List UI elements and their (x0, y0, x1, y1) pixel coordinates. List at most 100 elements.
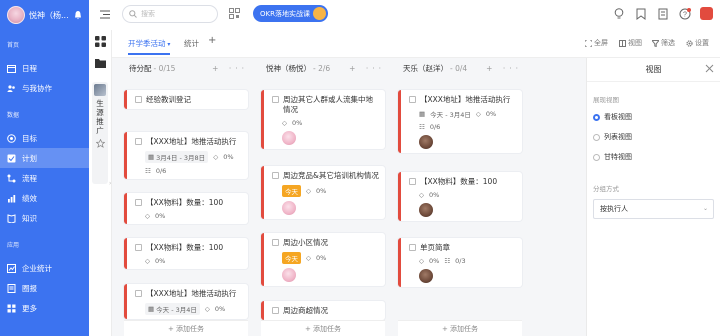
progress-icon: ◇ (204, 305, 210, 313)
task-card[interactable]: 单页简章 ◇ 0% ☷ 0/3 (398, 238, 522, 287)
help-icon[interactable]: ? (679, 8, 691, 20)
task-card[interactable]: 【XXX地址】地推活动执行 ▦ 今天 - 3月4日 ◇ 0% (124, 284, 248, 319)
filter-button[interactable]: 筛选 (652, 38, 675, 48)
task-subtasks: 0/6 (429, 123, 441, 131)
task-checkbox[interactable] (409, 244, 416, 251)
svg-text:?: ? (683, 12, 687, 19)
progress-icon: ◇ (213, 153, 219, 161)
task-title: 周边其它人群或人流集中地情况 (283, 95, 373, 114)
task-card[interactable]: 【XXX地址】地推活动执行 ▦ 3月4日 - 3月8日 ◇ 0% ☷ 0/6 (124, 132, 248, 179)
sidebar-item-circle[interactable]: 圈报 (0, 278, 89, 298)
sidebar-item-enterprise[interactable]: 企业统计 (0, 258, 89, 278)
assignee-avatar[interactable] (282, 201, 296, 215)
task-checkbox[interactable] (272, 172, 279, 179)
tab-bar: 开学季活动 ▾ 统计 + 全屏 视图 筛选 设置 (112, 30, 720, 58)
column-actions-icon[interactable]: + ··· (349, 64, 385, 73)
bookmark-icon[interactable] (636, 8, 646, 20)
task-checkbox[interactable] (135, 199, 142, 206)
gear-icon (686, 39, 693, 47)
add-task-button[interactable]: + 添加任务 (124, 320, 248, 336)
process-icon (7, 174, 16, 182)
task-card[interactable]: 周边其它人群或人流集中地情况 ◇ 0% (261, 90, 385, 149)
tab-campaign[interactable]: 开学季活动 ▾ (128, 38, 171, 55)
group-home: 首页 (7, 42, 20, 49)
radio-list[interactable]: 列表视图 (587, 127, 720, 147)
add-task-button[interactable]: + 添加任务 (261, 320, 385, 336)
task-checkbox[interactable] (135, 290, 142, 297)
task-checkbox[interactable] (409, 178, 416, 185)
progress-icon: ◇ (419, 191, 424, 199)
search-input[interactable]: 搜索 (122, 5, 218, 23)
user-avatar[interactable] (7, 6, 25, 24)
close-icon[interactable] (705, 64, 714, 73)
view-button[interactable]: 视图 (619, 38, 642, 48)
group-by-select[interactable]: 按执行人 ⌄ (593, 199, 714, 219)
assignee-avatar[interactable] (282, 268, 296, 282)
progress-icon: ◇ (306, 254, 311, 262)
apps-grid-icon[interactable] (95, 36, 106, 47)
folder-icon[interactable] (95, 58, 106, 68)
task-checkbox[interactable] (135, 96, 142, 103)
task-checkbox[interactable] (135, 138, 142, 145)
project-strip: 生源推广 › (89, 30, 112, 336)
task-date-text: 3月4日 - 3月8日 (156, 154, 206, 162)
bell-icon[interactable] (73, 10, 83, 20)
task-progress: 0% (155, 212, 166, 220)
column-yueshen: 悦神（杨悦） - 2/6 + ··· 周边其它人群或人流集中地情况 ◇ 0% 周边… (261, 58, 389, 336)
tab-add-button[interactable]: + (208, 35, 216, 46)
fullscreen-button[interactable]: 全屏 (585, 38, 608, 48)
sidebar-item-knowledge[interactable]: 知识 (0, 208, 89, 228)
task-checkbox[interactable] (272, 307, 279, 314)
sidebar-item-label: 圈报 (22, 283, 37, 293)
task-checkbox[interactable] (409, 96, 416, 103)
task-card[interactable]: 周边商超情况 (261, 301, 385, 320)
task-card[interactable]: 【XXX地址】地推活动执行 ▦ 今天 - 3月4日 ◇ 0% ☷ 0/6 (398, 90, 522, 153)
task-card[interactable]: 经验教训登记 (124, 90, 248, 109)
add-task-button[interactable]: + 添加任务 (398, 320, 522, 336)
radio-gantt[interactable]: 甘特视图 (587, 147, 720, 167)
sidebar-item-collab[interactable]: 与我协作 (0, 78, 89, 98)
project-tab-card[interactable]: 生源推广 (92, 82, 108, 184)
sidebar-item-plan[interactable]: 计划 (0, 148, 89, 168)
sidebar-item-target[interactable]: 目标 (0, 128, 89, 148)
task-card[interactable]: 周边小区情况 今天 ◇ 0% (261, 233, 385, 286)
assignee-avatar[interactable] (419, 269, 433, 283)
lightbulb-icon[interactable] (614, 8, 624, 20)
document-icon[interactable] (658, 8, 668, 20)
assignee-avatar[interactable] (419, 135, 433, 149)
calendar-icon (7, 64, 16, 73)
tab-stats[interactable]: 统计 (184, 38, 199, 49)
assignee-avatar[interactable] (282, 131, 296, 145)
column-count: - 0/4 (450, 63, 468, 73)
column-actions-icon[interactable]: + ··· (486, 64, 522, 73)
task-checkbox[interactable] (272, 96, 279, 103)
user-name[interactable]: 悦神（杨... (29, 10, 69, 21)
app-logo-icon[interactable] (700, 7, 713, 20)
search-placeholder: 搜索 (141, 10, 155, 18)
task-checkbox[interactable] (272, 239, 279, 246)
radio-label: 列表视图 (604, 133, 632, 141)
column-header: 悦神（杨悦） - 2/6 + ··· (261, 58, 389, 78)
menu-collapse-icon[interactable] (100, 10, 110, 19)
sidebar-item-calendar[interactable]: 日程 (0, 58, 89, 78)
radio-kanban[interactable]: 看板视图 (587, 107, 720, 127)
settings-button[interactable]: 设置 (686, 38, 709, 48)
sidebar-item-label: 日程 (22, 63, 37, 73)
task-progress: 0% (316, 254, 327, 262)
task-card[interactable]: 周边竞品&其它培训机构情况 今天 ◇ 0% (261, 166, 385, 219)
okr-course-button[interactable]: OKR落地实战课 (253, 5, 328, 22)
qrcode-icon[interactable] (229, 8, 240, 19)
star-icon[interactable] (95, 138, 105, 148)
column-header: 待分配 - 0/15 + ··· (124, 58, 252, 78)
task-date: ▦ 3月4日 - 3月8日 (145, 151, 209, 163)
column-actions-icon[interactable]: + ··· (212, 64, 248, 73)
sidebar-item-process[interactable]: 流程 (0, 168, 89, 188)
task-card[interactable]: 【XX物料】数量：100 ◇ 0% (124, 238, 248, 269)
sidebar-item-more[interactable]: 更多 (0, 298, 89, 318)
task-card[interactable]: 【XX物料】数量：100 ◇ 0% (124, 193, 248, 224)
task-card[interactable]: 【XX物料】数量：100 ◇ 0% (398, 172, 522, 221)
assignee-avatar[interactable] (419, 203, 433, 217)
sidebar-item-perf[interactable]: 绩效 (0, 188, 89, 208)
task-checkbox[interactable] (135, 244, 142, 251)
task-date-text: 今天 - 3月4日 (156, 306, 197, 314)
